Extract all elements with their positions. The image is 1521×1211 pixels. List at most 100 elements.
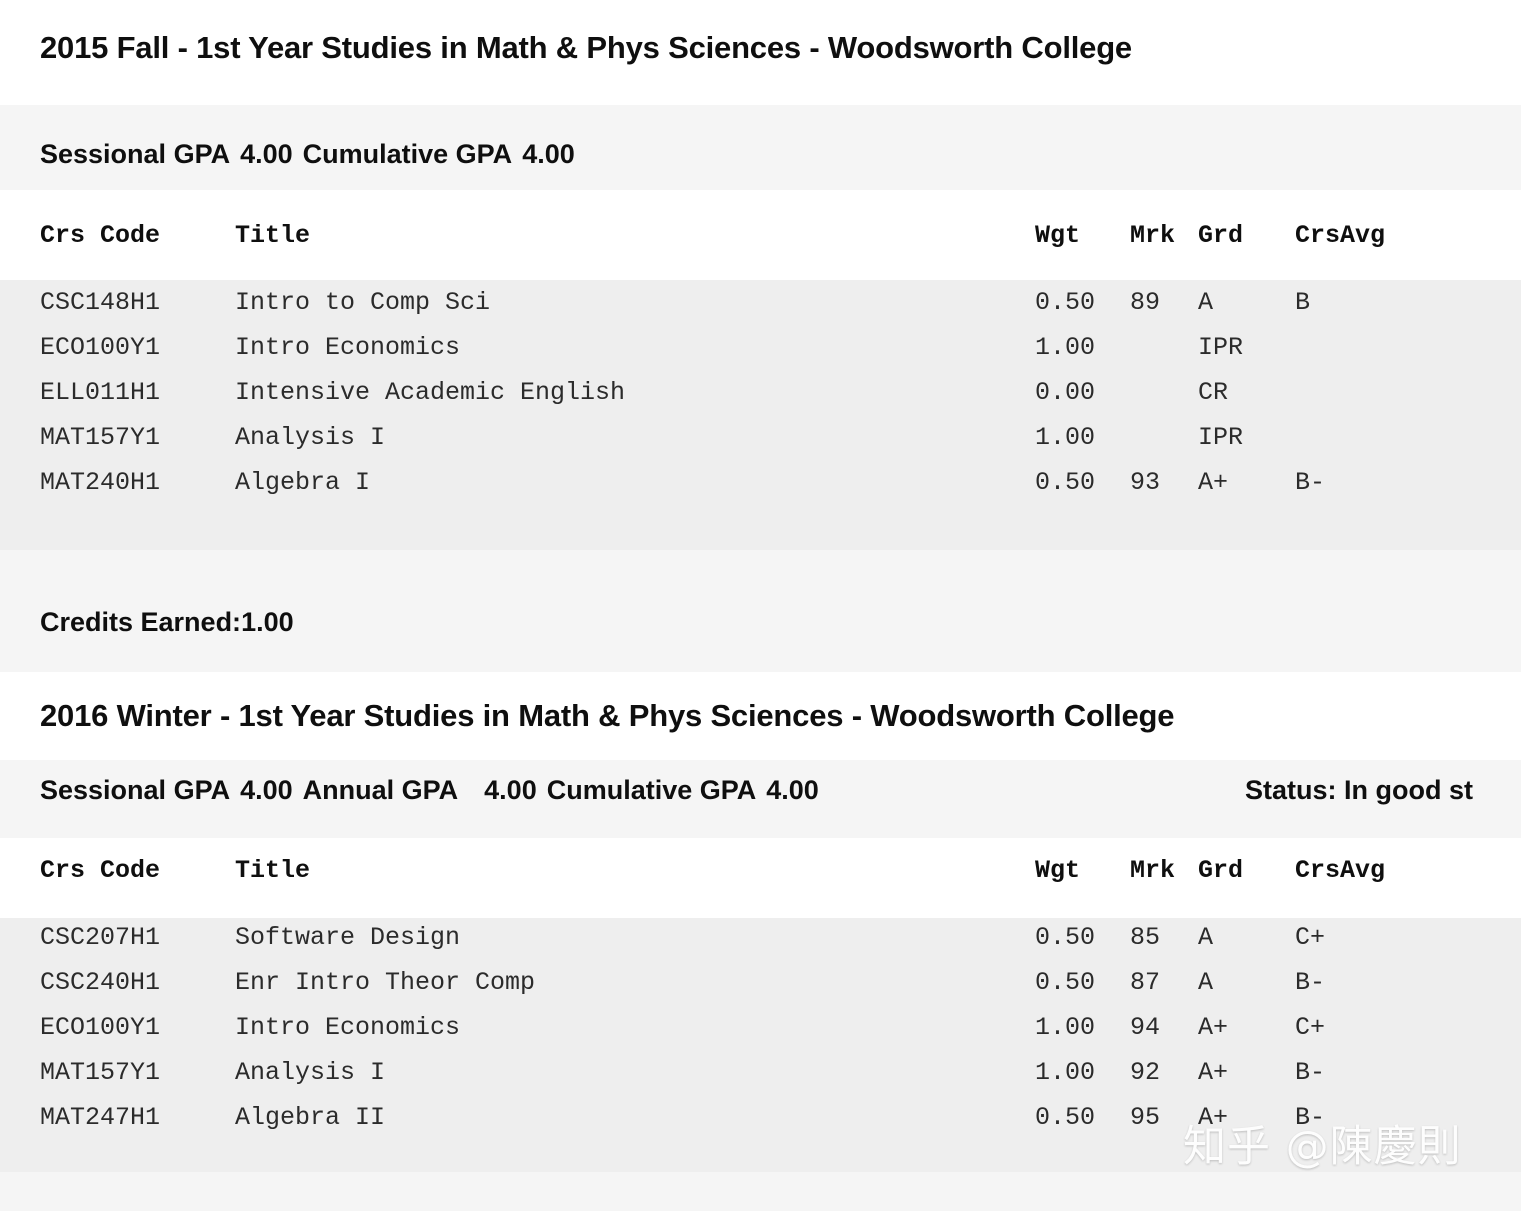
column-header-title: Title [235,221,311,250]
course-table-2015-fall: Crs Code Title Wgt Mrk Grd CrsAvg CSC148… [40,213,1500,505]
table-header-row: Crs Code Title Wgt Mrk Grd CrsAvg [40,848,1500,893]
cell-wgt: 0.50 [1035,968,1096,997]
cell-wgt: 1.00 [1035,423,1096,452]
cell-crsavg: B- [1295,1103,1326,1132]
cell-grd: IPR [1198,333,1244,362]
column-header-grd: Grd [1198,856,1244,885]
term-title-2016-winter: 2016 Winter - 1st Year Studies in Math &… [40,698,1175,733]
sessional-gpa-label: Sessional GPA [40,139,231,169]
credits-earned-label: Credits Earned: [40,607,242,637]
table-row: MAT247H1 Algebra II 0.50 95 A+ B- [40,1095,1500,1140]
cell-crsavg [1295,370,1500,415]
cell-mrk [1130,370,1198,415]
cell-crsavg: C+ [1295,1013,1326,1042]
table-row: MAT157Y1 Analysis I 1.00 IPR [40,415,1500,460]
cell-wgt: 0.50 [1035,468,1096,497]
table-row: ECO100Y1 Intro Economics 1.00 94 A+ C+ [40,1005,1500,1050]
cell-crs-code: MAT157Y1 [40,423,161,452]
column-header-mrk: Mrk [1130,856,1176,885]
table-row: MAT240H1 Algebra I 0.50 93 A+ B- [40,460,1500,505]
column-header-grd: Grd [1198,221,1244,250]
cell-wgt: 0.50 [1035,923,1096,952]
cell-title: Algebra I [235,468,371,497]
credits-earned-value: 1.00 [241,607,294,637]
gpa-summary-2015-fall: Sessional GPA 4.00 Cumulative GPA 4.00 [40,139,575,170]
cell-grd: A [1198,288,1214,317]
cell-grd: A+ [1198,1013,1229,1042]
cumulative-gpa-value: 4.00 [766,775,819,805]
annual-gpa-value: 4.00 [484,775,537,805]
cell-mrk [1130,415,1198,460]
cell-crsavg: B- [1295,468,1326,497]
cell-crs-code: CSC240H1 [40,968,161,997]
cell-title: Analysis I [235,423,386,452]
cell-wgt: 1.00 [1035,1013,1096,1042]
cell-crsavg: C+ [1295,923,1326,952]
cell-crs-code: ELL011H1 [40,378,161,407]
cell-mrk: 85 [1130,923,1161,952]
cell-grd: CR [1198,378,1229,407]
cell-crsavg: B- [1295,1058,1326,1087]
cell-wgt: 0.50 [1035,288,1096,317]
cell-mrk: 89 [1130,288,1161,317]
column-header-mrk: Mrk [1130,221,1176,250]
cell-mrk: 94 [1130,1013,1161,1042]
cell-crsavg: B [1295,288,1311,317]
course-rows-2016-winter: CSC207H1 Software Design 0.50 85 A C+ CS… [40,893,1500,1140]
column-header-wgt: Wgt [1035,856,1081,885]
table-row [40,258,1500,280]
cell-wgt: 0.00 [1035,378,1096,407]
status-badge: Status: In good st [1245,775,1473,805]
cell-grd: A+ [1198,1103,1229,1132]
column-header-crs-code: Crs Code [40,221,161,250]
cell-crs-code: CSC207H1 [40,923,161,952]
column-header-title: Title [235,856,311,885]
cell-crs-code: ECO100Y1 [40,333,161,362]
cell-title: Software Design [235,923,461,952]
cumulative-gpa-value: 4.00 [522,139,575,169]
cell-grd: A+ [1198,1058,1229,1087]
table-row: MAT157Y1 Analysis I 1.00 92 A+ B- [40,1050,1500,1095]
table-row: CSC207H1 Software Design 0.50 85 A C+ [40,915,1500,960]
cell-crsavg [1295,415,1500,460]
cell-wgt: 0.50 [1035,1103,1096,1132]
course-rows-2015-fall: CSC148H1 Intro to Comp Sci 0.50 89 A B E… [40,258,1500,505]
table-row: CSC240H1 Enr Intro Theor Comp 0.50 87 A … [40,960,1500,1005]
cell-crs-code: MAT157Y1 [40,1058,161,1087]
cell-grd: A [1198,968,1214,997]
column-header-wgt: Wgt [1035,221,1081,250]
credits-earned-2015-fall: Credits Earned:1.00 [40,607,294,638]
cell-title: Intensive Academic English [235,378,626,407]
cell-grd: A+ [1198,468,1229,497]
cell-mrk: 87 [1130,968,1161,997]
cell-crs-code: MAT240H1 [40,468,161,497]
column-header-crsavg: CrsAvg [1295,856,1386,885]
cumulative-gpa-label: Cumulative GPA [546,775,757,805]
cell-title: Intro to Comp Sci [235,288,491,317]
cell-mrk [1130,325,1198,370]
cell-wgt: 1.00 [1035,333,1096,362]
cell-mrk: 92 [1130,1058,1161,1087]
column-header-crsavg: CrsAvg [1295,221,1386,250]
table-row [40,893,1500,915]
cell-grd: IPR [1198,423,1244,452]
table-row: ECO100Y1 Intro Economics 1.00 IPR [40,325,1500,370]
cell-crsavg [1295,325,1500,370]
cell-title: Intro Economics [235,333,461,362]
table-row: CSC148H1 Intro to Comp Sci 0.50 89 A B [40,280,1500,325]
cell-crs-code: ECO100Y1 [40,1013,161,1042]
cell-wgt: 1.00 [1035,1058,1096,1087]
cell-crsavg: B- [1295,968,1326,997]
course-table-2016-winter: Crs Code Title Wgt Mrk Grd CrsAvg CSC207… [40,848,1500,1140]
sessional-gpa-value: 4.00 [240,775,293,805]
cell-crs-code: MAT247H1 [40,1103,161,1132]
cumulative-gpa-label: Cumulative GPA [302,139,513,169]
band-footer [0,1172,1521,1211]
cell-mrk: 95 [1130,1103,1161,1132]
cell-grd: A [1198,923,1214,952]
gpa-summary-2016-winter: Sessional GPA 4.00 Annual GPA 4.00 Cumulativ… [40,775,819,806]
term-title-2015-fall: 2015 Fall - 1st Year Studies in Math & P… [40,30,1132,65]
transcript-page: 2015 Fall - 1st Year Studies in Math & P… [0,0,1521,1211]
annual-gpa-label: Annual GPA [302,775,459,805]
cell-title: Analysis I [235,1058,386,1087]
